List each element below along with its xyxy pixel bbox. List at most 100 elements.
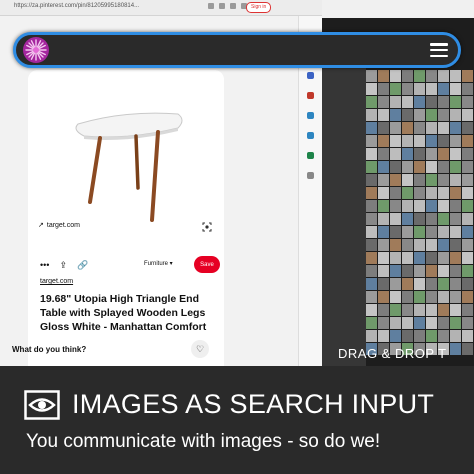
thumbnail[interactable] xyxy=(426,135,437,147)
thumbnail[interactable] xyxy=(438,174,449,186)
thumbnail[interactable] xyxy=(462,317,473,329)
thumbnail[interactable] xyxy=(426,252,437,264)
sidebar-shopping-icon[interactable] xyxy=(307,92,314,99)
thumbnail[interactable] xyxy=(450,83,461,95)
thumbnail[interactable] xyxy=(462,122,473,134)
thumbnail[interactable] xyxy=(462,278,473,290)
thumbnail[interactable] xyxy=(450,148,461,160)
favorites-icon[interactable] xyxy=(219,3,225,9)
source-link[interactable]: target.com xyxy=(40,278,73,285)
thumbnail[interactable] xyxy=(426,330,437,342)
thumbnail[interactable] xyxy=(366,135,377,147)
thumbnail[interactable] xyxy=(426,174,437,186)
thumbnail[interactable] xyxy=(450,265,461,277)
thumbnail[interactable] xyxy=(438,135,449,147)
thumbnail[interactable] xyxy=(402,265,413,277)
thumbnail[interactable] xyxy=(402,317,413,329)
thumbnail[interactable] xyxy=(462,343,473,355)
thumbnail[interactable] xyxy=(450,330,461,342)
thumbnail[interactable] xyxy=(438,161,449,173)
thumbnail[interactable] xyxy=(366,304,377,316)
thumbnail[interactable] xyxy=(366,122,377,134)
collections-icon[interactable] xyxy=(230,3,236,9)
thumbnail[interactable] xyxy=(378,291,389,303)
thumbnail[interactable] xyxy=(450,239,461,251)
thumbnail[interactable] xyxy=(426,278,437,290)
thumbnail[interactable] xyxy=(414,174,425,186)
thumbnail[interactable] xyxy=(426,265,437,277)
thumbnail[interactable] xyxy=(378,265,389,277)
thumbnail[interactable] xyxy=(366,252,377,264)
thumbnail[interactable] xyxy=(378,226,389,238)
thumbnail[interactable] xyxy=(438,109,449,121)
thumbnail[interactable] xyxy=(390,148,401,160)
thumbnail[interactable] xyxy=(462,161,473,173)
thumbnail[interactable] xyxy=(426,161,437,173)
thumbnail[interactable] xyxy=(378,239,389,251)
thumbnail[interactable] xyxy=(414,265,425,277)
thumbnail[interactable] xyxy=(366,226,377,238)
thumbnail[interactable] xyxy=(426,317,437,329)
thumbnail[interactable] xyxy=(438,278,449,290)
thumbnail[interactable] xyxy=(426,291,437,303)
thumbnail[interactable] xyxy=(378,317,389,329)
thumbnail[interactable] xyxy=(426,122,437,134)
thumbnail[interactable] xyxy=(390,70,401,82)
thumbnail[interactable] xyxy=(450,174,461,186)
thumbnail[interactable] xyxy=(390,252,401,264)
thumbnail[interactable] xyxy=(390,317,401,329)
thumbnail[interactable] xyxy=(438,317,449,329)
thumbnail[interactable] xyxy=(390,83,401,95)
hamburger-menu-icon[interactable] xyxy=(430,43,448,58)
thumbnail[interactable] xyxy=(402,213,413,225)
thumbnail[interactable] xyxy=(390,161,401,173)
thumbnail[interactable] xyxy=(366,174,377,186)
thumbnail[interactable] xyxy=(450,343,461,355)
thumbnail[interactable] xyxy=(390,226,401,238)
thumbnail[interactable] xyxy=(390,122,401,134)
thumbnail[interactable] xyxy=(414,161,425,173)
thumbnail[interactable] xyxy=(450,96,461,108)
thumbnail[interactable] xyxy=(402,135,413,147)
thumbnail[interactable] xyxy=(366,278,377,290)
thumbnail[interactable] xyxy=(390,187,401,199)
sidebar-add-icon[interactable] xyxy=(307,172,314,179)
thumbnail[interactable] xyxy=(426,96,437,108)
thumbnail[interactable] xyxy=(378,330,389,342)
board-select[interactable]: Furniture ▾ xyxy=(144,260,173,267)
thumbnail[interactable] xyxy=(402,252,413,264)
thumbnail[interactable] xyxy=(390,291,401,303)
thumbnail[interactable] xyxy=(450,304,461,316)
thumbnail[interactable] xyxy=(366,161,377,173)
thumbnail[interactable] xyxy=(450,226,461,238)
thumbnail[interactable] xyxy=(426,109,437,121)
thumbnail[interactable] xyxy=(378,135,389,147)
thumbnail[interactable] xyxy=(390,174,401,186)
thumbnail[interactable] xyxy=(426,148,437,160)
thumbnail[interactable] xyxy=(378,96,389,108)
thumbnail[interactable] xyxy=(366,317,377,329)
thumbnail[interactable] xyxy=(450,213,461,225)
sidebar-office-icon[interactable] xyxy=(307,152,314,159)
thumbnail[interactable] xyxy=(462,83,473,95)
thumbnail[interactable] xyxy=(390,96,401,108)
thumbnail[interactable] xyxy=(366,239,377,251)
thumbnail[interactable] xyxy=(366,83,377,95)
thumbnail[interactable] xyxy=(450,122,461,134)
thumbnail[interactable] xyxy=(414,148,425,160)
thumbnail[interactable] xyxy=(438,83,449,95)
thumbnail[interactable] xyxy=(426,83,437,95)
thumbnail[interactable] xyxy=(390,265,401,277)
thumbnail[interactable] xyxy=(390,239,401,251)
thumbnail[interactable] xyxy=(402,161,413,173)
thumbnail[interactable] xyxy=(414,304,425,316)
sign-in-button[interactable]: Sign in xyxy=(246,2,272,13)
thumbnail[interactable] xyxy=(414,200,425,212)
thumbnail[interactable] xyxy=(414,135,425,147)
thumbnail[interactable] xyxy=(414,252,425,264)
thumbnail[interactable] xyxy=(366,200,377,212)
thumbnail[interactable] xyxy=(426,200,437,212)
thumbnail[interactable] xyxy=(378,161,389,173)
thumbnail[interactable] xyxy=(438,330,449,342)
thumbnail[interactable] xyxy=(402,109,413,121)
